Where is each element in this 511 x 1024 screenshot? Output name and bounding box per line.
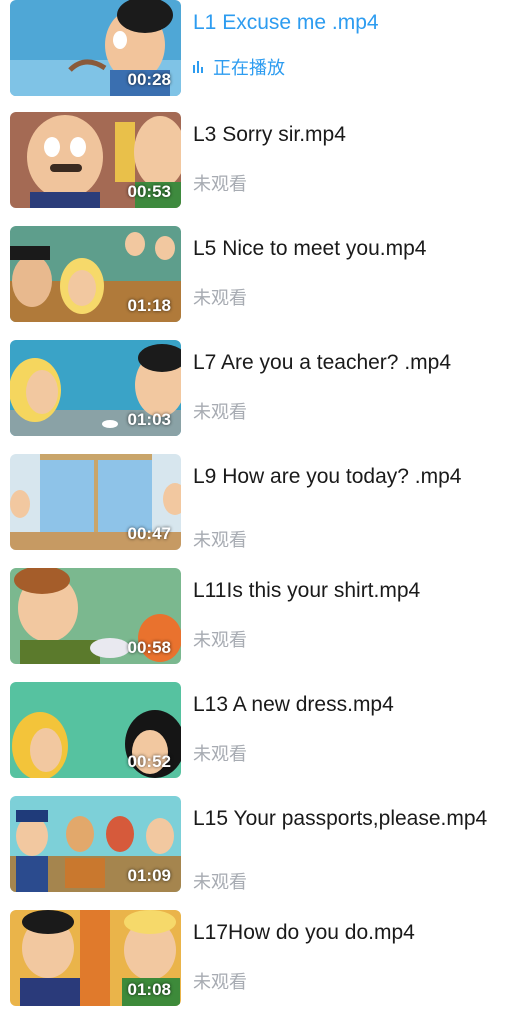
video-thumbnail[interactable]: 00:58 [10, 568, 181, 664]
playback-status-text: 未观看 [193, 402, 247, 422]
video-title[interactable]: L15 Your passports,please.mp4 [193, 806, 493, 832]
playback-status-text: 未观看 [193, 630, 247, 650]
video-duration: 00:52 [127, 752, 171, 771]
equalizer-icon [193, 61, 207, 73]
video-title[interactable]: L7 Are you a teacher? .mp4 [193, 350, 493, 376]
video-title[interactable]: L3 Sorry sir.mp4 [193, 122, 493, 148]
playback-status-text: 未观看 [193, 872, 247, 892]
playlist-item[interactable]: 00:53 L3 Sorry sir.mp4 未观看 [0, 112, 511, 212]
playback-status-text: 未观看 [193, 744, 247, 764]
playlist-item[interactable]: 00:52 L13 A new dress.mp4 未观看 [0, 682, 511, 782]
video-thumbnail[interactable]: 00:47 [10, 454, 181, 550]
playlist-item[interactable]: 01:18 L5 Nice to meet you.mp4 未观看 [0, 226, 511, 326]
video-title[interactable]: L17How do you do.mp4 [193, 920, 493, 946]
playback-status-text: 未观看 [193, 530, 247, 550]
video-thumbnail[interactable]: 01:03 [10, 340, 181, 436]
playback-status: 正在播放 [193, 54, 285, 80]
video-thumbnail[interactable]: 00:28 [10, 0, 181, 96]
video-duration: 01:09 [127, 866, 171, 885]
playlist-item[interactable]: 00:58 L11Is this your shirt.mp4 未观看 [0, 568, 511, 668]
playback-status-text: 未观看 [193, 174, 247, 194]
video-title[interactable]: L5 Nice to meet you.mp4 [193, 236, 493, 262]
video-title[interactable]: L9 How are you today? .mp4 [193, 464, 493, 490]
video-thumbnail[interactable]: 01:18 [10, 226, 181, 322]
video-thumbnail[interactable]: 01:09 [10, 796, 181, 892]
playback-status-text: 未观看 [193, 972, 247, 992]
video-title[interactable]: L13 A new dress.mp4 [193, 692, 493, 718]
video-thumbnail[interactable]: 00:53 [10, 112, 181, 208]
video-duration: 00:53 [127, 182, 171, 201]
video-title[interactable]: L1 Excuse me .mp4 [193, 10, 493, 36]
video-duration: 00:58 [127, 638, 171, 657]
playlist-item[interactable]: 01:09 L15 Your passports,please.mp4 未观看 [0, 796, 511, 896]
playlist-item[interactable]: 01:03 L7 Are you a teacher? .mp4 未观看 [0, 340, 511, 440]
playlist-item[interactable]: 01:08 L17How do you do.mp4 未观看 [0, 910, 511, 1010]
video-duration: 01:03 [127, 410, 171, 429]
video-duration: 01:08 [127, 980, 171, 999]
video-duration: 01:18 [127, 296, 171, 315]
video-thumbnail[interactable]: 01:08 [10, 910, 181, 1006]
video-playlist: 00:28 L1 Excuse me .mp4 正在播放 00:53 L3 So… [0, 0, 511, 1024]
video-thumbnail[interactable]: 00:52 [10, 682, 181, 778]
video-title[interactable]: L11Is this your shirt.mp4 [193, 578, 493, 604]
video-duration: 00:47 [127, 524, 171, 543]
playback-status-text: 未观看 [193, 288, 247, 308]
video-duration: 00:28 [127, 70, 171, 89]
playlist-item[interactable]: 00:47 L9 How are you today? .mp4 未观看 [0, 454, 511, 554]
playback-status-text: 正在播放 [213, 58, 285, 78]
playlist-item[interactable]: 00:28 L1 Excuse me .mp4 正在播放 [0, 0, 511, 100]
